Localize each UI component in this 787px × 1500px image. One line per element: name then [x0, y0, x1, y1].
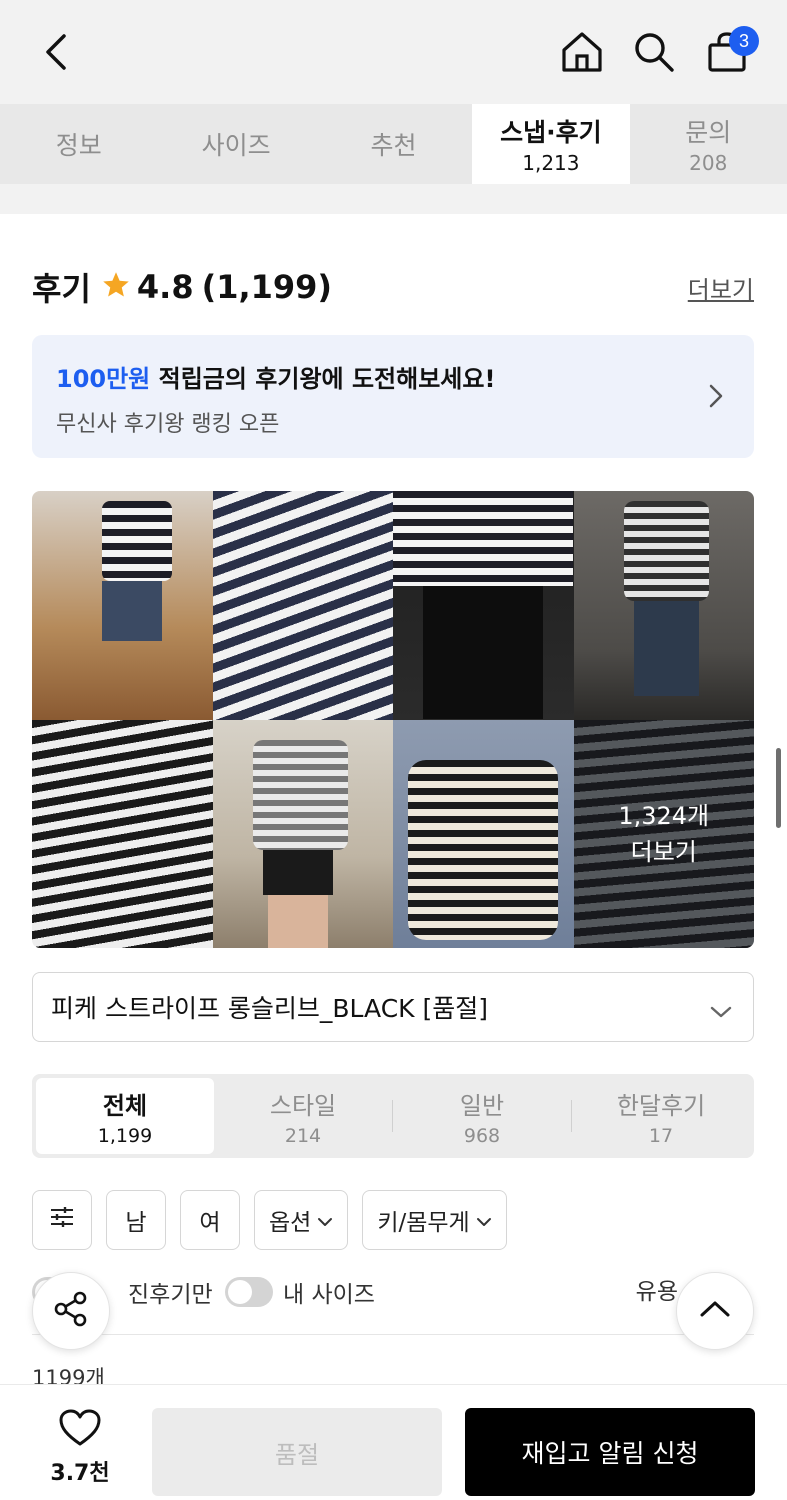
segment-label: 일반	[459, 1091, 505, 1120]
tab-recommend[interactable]: 추천	[315, 104, 472, 184]
tab-count: 1,213	[522, 151, 580, 175]
option-select-value: 피케 스트라이프 롱슬리브_BLACK [품절]	[51, 994, 489, 1023]
banner-accent-amount: 100만원	[56, 365, 151, 393]
purchase-bottom-bar: 3.7천 품절 재입고 알림 신청	[0, 1384, 787, 1500]
chevron-down-icon	[709, 997, 733, 1026]
option-select[interactable]: 피케 스트라이프 롱슬리브_BLACK [품절]	[32, 972, 754, 1042]
like-count: 3.7천	[50, 1461, 110, 1486]
my-size-toggle[interactable]: 내 사이즈	[225, 1270, 375, 1314]
segment-general[interactable]: 일반 968	[393, 1078, 571, 1154]
tab-label: 문의	[685, 118, 732, 147]
restock-alert-button[interactable]: 재입고 알림 신청	[465, 1408, 755, 1496]
banner-subtext: 무신사 후기왕 랭킹 오픈	[56, 412, 280, 437]
review-type-segmented-control: 전체 1,199 스타일 214 일반 968 한달후기 17	[32, 1074, 754, 1158]
segment-count: 1,199	[97, 1124, 153, 1147]
review-photo[interactable]	[393, 719, 574, 948]
tab-snap-review[interactable]: 스냅·후기 1,213	[472, 104, 630, 184]
section-separator	[0, 184, 787, 214]
review-title: 후기	[32, 270, 91, 308]
toggle-switch[interactable]	[225, 1277, 273, 1307]
segment-month[interactable]: 한달후기 17	[572, 1078, 750, 1154]
filter-male-chip[interactable]: 남	[106, 1190, 166, 1250]
back-button[interactable]	[26, 22, 86, 82]
chevron-down-icon	[317, 1207, 333, 1233]
review-king-banner[interactable]: 100만원 적립금의 후기왕에 도전해보세요! 무신사 후기왕 랭킹 오픈	[32, 335, 754, 458]
review-photo-grid: 1,324개 더보기	[32, 491, 754, 948]
top-navigation-bar: 3	[0, 0, 787, 104]
search-button[interactable]	[624, 22, 684, 82]
chip-label: 여	[199, 1210, 221, 1236]
home-button[interactable]	[552, 22, 612, 82]
review-photo-more[interactable]: 1,324개 더보기	[573, 719, 754, 948]
tab-size[interactable]: 사이즈	[157, 104, 314, 184]
home-icon	[560, 30, 604, 74]
tab-inquiry[interactable]: 문의 208	[630, 104, 787, 184]
filter-chip-row: 남 여 옵션 키/몸무게	[32, 1190, 507, 1250]
tab-label: 사이즈	[201, 131, 271, 160]
segment-label: 전체	[102, 1091, 148, 1120]
list-divider	[32, 1334, 754, 1335]
scroll-to-top-button[interactable]	[676, 1272, 754, 1350]
review-photo[interactable]	[32, 719, 213, 948]
chip-label: 키/몸무게	[377, 1210, 470, 1236]
review-photo[interactable]	[573, 491, 754, 720]
search-icon	[633, 31, 675, 73]
like-button[interactable]: 3.7천	[40, 1409, 120, 1487]
product-tab-bar: 정보 사이즈 추천 스냅·후기 1,213 문의 208	[0, 104, 787, 184]
filter-height-weight-dropdown[interactable]: 키/몸무게	[362, 1190, 507, 1250]
chevron-up-icon	[699, 1299, 731, 1323]
chevron-left-icon	[44, 33, 68, 71]
toggle-label: 진후기만	[128, 1282, 213, 1308]
review-summary-header: 후기 4.8 (1,199) 더보기	[32, 264, 754, 310]
chevron-down-icon	[476, 1207, 492, 1233]
cart-button[interactable]: 3	[697, 22, 759, 82]
heart-icon	[59, 1409, 101, 1451]
review-toggle-row: 진후기만 내 사이즈 유용	[32, 1270, 754, 1314]
tab-info[interactable]: 정보	[0, 104, 157, 184]
chip-label: 옵션	[269, 1210, 312, 1236]
segment-all[interactable]: 전체 1,199	[36, 1078, 214, 1154]
soldout-button[interactable]: 품절	[152, 1408, 442, 1496]
more-photos-overlay: 1,324개 더보기	[573, 719, 754, 948]
product-review-screen: 3 정보 사이즈 추천 스냅·후기 1,213 문의 208 후기 4.8 (1…	[0, 0, 787, 1500]
filter-option-dropdown[interactable]: 옵션	[254, 1190, 349, 1250]
filter-settings-button[interactable]	[32, 1190, 92, 1250]
toggle-label: 내 사이즈	[283, 1282, 375, 1308]
review-rating: 4.8	[136, 268, 194, 306]
banner-headline: 100만원 적립금의 후기왕에 도전해보세요!	[56, 359, 730, 394]
review-photo[interactable]	[212, 491, 393, 720]
tab-label: 스냅·후기	[500, 118, 602, 147]
review-count: (1,199)	[201, 268, 333, 306]
tab-count: 208	[689, 151, 728, 175]
star-icon	[101, 270, 131, 304]
banner-headline-rest: 적립금의 후기왕에 도전해보세요!	[150, 365, 496, 393]
review-photo[interactable]	[393, 491, 574, 720]
review-more-link[interactable]: 더보기	[688, 270, 754, 305]
share-icon	[52, 1290, 90, 1332]
sliders-icon	[49, 1206, 75, 1234]
cart-count-badge: 3	[729, 26, 759, 56]
segment-label: 한달후기	[616, 1091, 706, 1120]
more-photos-label: 더보기	[630, 837, 697, 866]
segment-count: 17	[648, 1124, 674, 1147]
chip-label: 남	[125, 1210, 147, 1236]
filter-female-chip[interactable]: 여	[180, 1190, 240, 1250]
review-photo[interactable]	[212, 719, 393, 948]
scrollbar[interactable]	[776, 748, 781, 828]
segment-count: 214	[284, 1124, 322, 1147]
share-button[interactable]	[32, 1272, 110, 1350]
review-photo[interactable]	[32, 491, 213, 720]
segment-label: 스타일	[269, 1091, 337, 1120]
tab-label: 정보	[55, 131, 102, 160]
segment-style[interactable]: 스타일 214	[214, 1078, 392, 1154]
tab-label: 추천	[370, 131, 417, 160]
segment-count: 968	[463, 1124, 501, 1147]
more-photos-count: 1,324개	[618, 801, 710, 830]
sort-dropdown[interactable]: 유용	[636, 1270, 678, 1314]
chevron-right-icon	[708, 383, 724, 413]
